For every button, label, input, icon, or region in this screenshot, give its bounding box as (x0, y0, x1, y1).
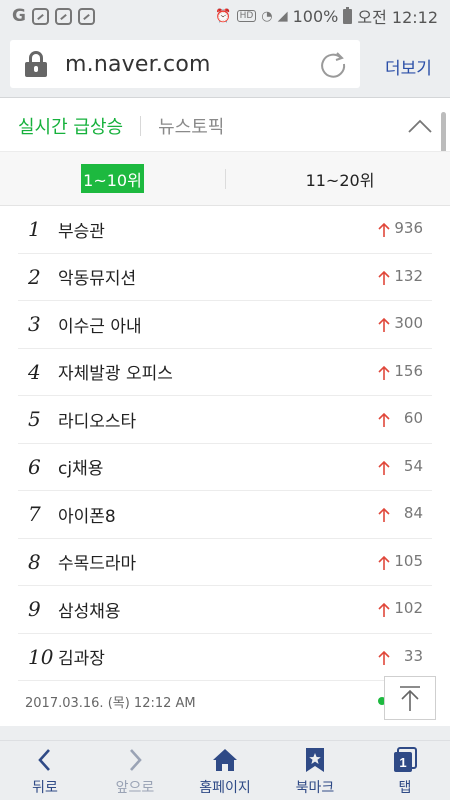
list-item[interactable]: 6 cj채용 54 (18, 444, 432, 491)
up-arrow-icon (378, 317, 390, 332)
up-arrow-icon (378, 602, 390, 617)
back-button[interactable]: 뒤로 (0, 741, 90, 800)
tab-rank-1-10[interactable]: 1~10위 (81, 164, 144, 193)
list-item[interactable]: 10 김과장 33 (18, 634, 432, 681)
more-menu-link[interactable]: 더보기 (385, 54, 432, 79)
list-item[interactable]: 8 수목드라마 105 (18, 539, 432, 586)
rise-count: 300 (394, 314, 423, 332)
scroll-to-top-button[interactable] (384, 676, 436, 720)
forward-button[interactable]: 앞으로 (90, 741, 180, 800)
calendar-notification-icon (54, 7, 72, 25)
browser-bottom-nav: 뒤로 앞으로 홈페이지 북마크 1 탭 (0, 740, 450, 800)
signal-icon: ◢ (277, 8, 288, 24)
up-arrow-icon (378, 460, 390, 475)
rank-number: 1 (28, 217, 41, 242)
rank-range-tabs: 1~10위 11~20위 (0, 152, 450, 206)
back-label: 뒤로 (32, 780, 58, 796)
search-term[interactable]: 이수근 아내 (58, 312, 142, 337)
update-timestamp: 2017.03.16. (목) 12:12 AM (25, 696, 196, 711)
tab-rank-11-20[interactable]: 11~20위 (300, 164, 380, 193)
rank-number: 8 (28, 549, 41, 574)
up-arrow-icon (378, 365, 390, 380)
rank-number: 4 (28, 359, 41, 384)
home-label: 홈페이지 (199, 780, 251, 796)
chevron-up-icon[interactable] (406, 114, 434, 138)
list-item[interactable]: 1 부승관 936 (18, 206, 432, 254)
list-item[interactable]: 9 삼성채용 102 (18, 586, 432, 634)
list-item[interactable]: 3 이수근 아내 300 (18, 301, 432, 349)
status-bar: G ⏰ HD ◔ ◢ 100% 오전 12:12 (0, 0, 450, 32)
battery-percent: 100% (292, 6, 339, 26)
hd-badge: HD (236, 10, 257, 22)
forward-label: 앞으로 (115, 780, 155, 796)
rise-count: 936 (394, 219, 423, 237)
rank-number: 6 (28, 454, 41, 479)
up-arrow-icon (378, 650, 390, 665)
clock: 오전 12:12 (357, 8, 438, 27)
lock-icon (25, 51, 47, 77)
footer-strip (0, 726, 450, 740)
bookmark-label: 북마크 (295, 780, 335, 796)
reload-icon[interactable] (318, 49, 348, 79)
rise-count: 33 (403, 646, 423, 665)
up-arrow-icon (378, 507, 390, 522)
list-item[interactable]: 5 라디오스타 60 (18, 396, 432, 444)
rank-number: 10 (28, 644, 54, 669)
wifi-icon: ◔ (261, 8, 273, 24)
list-item[interactable]: 2 악동뮤지션 132 (18, 254, 432, 301)
tabs-icon: 1 (394, 747, 417, 772)
tabs-label: 탭 (398, 780, 412, 796)
list-item[interactable]: 4 자체발광 오피스 156 (18, 349, 432, 396)
home-icon (213, 749, 237, 771)
rise-count: 54 (403, 456, 423, 475)
calendar-notification-icon (31, 7, 49, 25)
topic-tabs: 실시간 급상승 뉴스토픽 (0, 100, 450, 152)
rank-number: 7 (28, 502, 41, 527)
search-term[interactable]: 삼성채용 (58, 597, 121, 622)
tab-divider (140, 115, 142, 136)
tabs-button[interactable]: 1 탭 (360, 741, 450, 800)
up-arrow-icon (378, 555, 390, 570)
list-item[interactable]: 7 아이폰8 84 (18, 491, 432, 539)
bookmark-icon (306, 748, 324, 772)
up-arrow-icon (378, 412, 390, 427)
rise-count: 156 (394, 361, 423, 380)
rank-list: 1 부승관 936 2 악동뮤지션 132 3 이수근 아내 300 4 자체발… (18, 206, 432, 681)
tab-realtime-rising[interactable]: 실시간 급상승 (18, 113, 123, 139)
search-term[interactable]: 수목드라마 (58, 549, 136, 574)
rise-count: 60 (403, 409, 423, 427)
rank-number: 5 (28, 407, 41, 432)
up-arrow-icon (378, 222, 390, 237)
forward-icon (130, 749, 142, 771)
address-field[interactable]: m.naver.com (10, 40, 360, 88)
rise-count: 102 (394, 599, 423, 617)
calendar-notification-icon (77, 7, 95, 25)
search-term[interactable]: 김과장 (58, 644, 105, 669)
search-term[interactable]: 아이폰8 (58, 502, 116, 527)
battery-icon (343, 6, 353, 24)
rise-count: 132 (394, 266, 423, 285)
search-term[interactable]: 부승관 (58, 217, 105, 242)
search-term[interactable]: 라디오스타 (58, 407, 136, 432)
search-term[interactable]: cj채용 (58, 454, 103, 479)
bookmark-button[interactable]: 북마크 (270, 741, 360, 800)
tab-count: 1 (399, 755, 406, 770)
rank-number: 9 (28, 597, 41, 622)
home-button[interactable]: 홈페이지 (180, 741, 270, 800)
search-term[interactable]: 악동뮤지션 (58, 264, 136, 289)
alarm-icon: ⏰ (215, 8, 232, 24)
up-arrow-icon (378, 270, 390, 285)
search-term[interactable]: 자체발광 오피스 (58, 359, 173, 384)
back-icon (38, 749, 50, 771)
rise-count: 105 (394, 551, 423, 570)
browser-url-bar: m.naver.com 더보기 (0, 32, 450, 98)
rise-count: 84 (403, 504, 423, 522)
scroll-top-icon (400, 686, 420, 711)
app-notification-icon: G (12, 6, 26, 26)
tab-news-topic[interactable]: 뉴스토픽 (158, 113, 224, 139)
url-text[interactable]: m.naver.com (65, 52, 211, 77)
range-divider (225, 169, 226, 189)
rank-number: 2 (28, 264, 41, 289)
rank-number: 3 (28, 312, 41, 337)
